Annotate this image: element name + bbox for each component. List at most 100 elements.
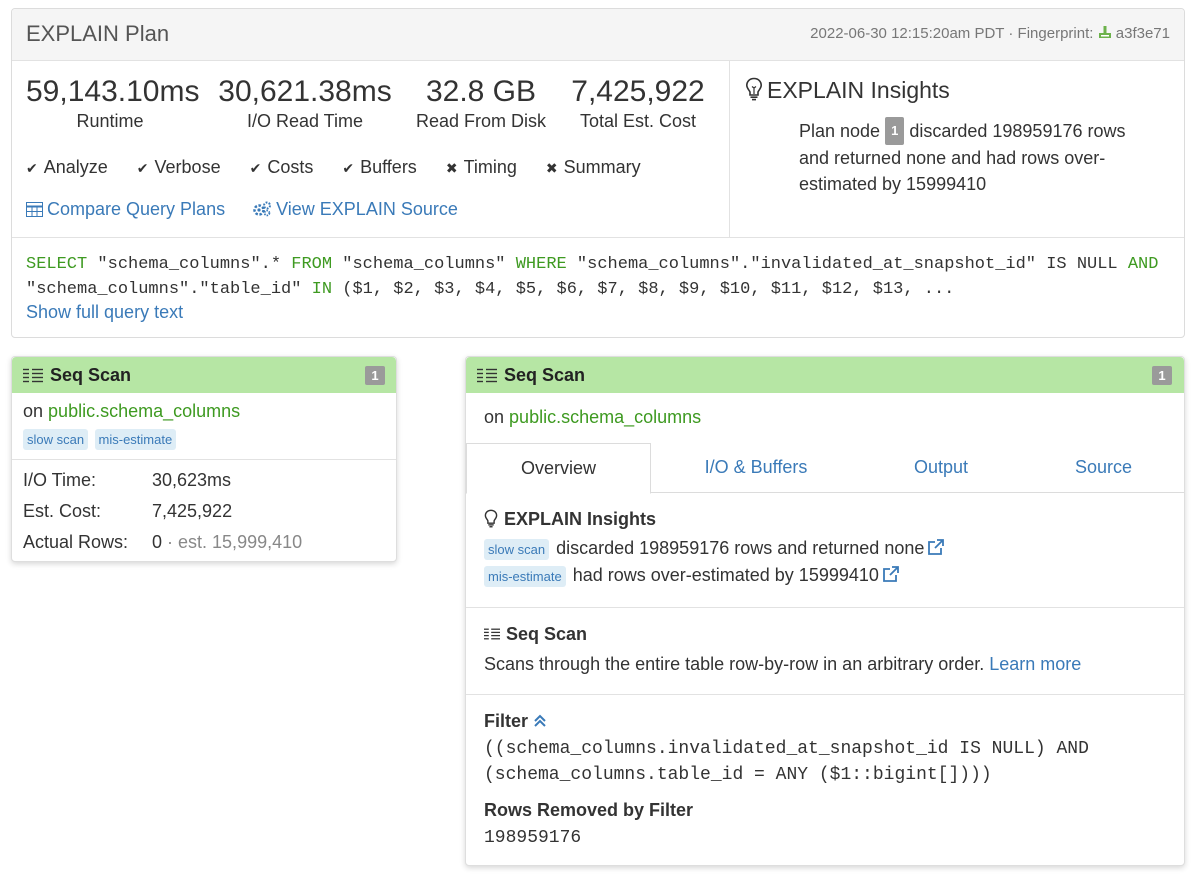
insight-item: mis-estimate had rows over-estimated by … — [484, 565, 900, 587]
detail-header: Seq Scan 1 — [466, 357, 1184, 393]
detail-badge: 1 — [1152, 366, 1172, 385]
tag-mis-estimate: mis-estimate — [94, 429, 177, 450]
stat-label: Runtime — [76, 111, 144, 131]
node-type-heading: Seq Scan — [484, 624, 587, 645]
check-icon: ✔ — [26, 160, 38, 176]
stat-io-read-time: 30,621.38ms I/O Read Time — [216, 75, 394, 132]
insight-item: slow scan discarded 198959176 rows and r… — [484, 538, 945, 560]
fingerprint-label: Fingerprint: — [1017, 25, 1094, 42]
flag-timing: ✖ Timing — [445, 157, 517, 177]
tag-mis-estimate: mis-estimate — [484, 566, 566, 587]
insights-heading: EXPLAIN Insights — [745, 77, 950, 104]
detail-insights-section: EXPLAIN Insights slow scan discarded 198… — [466, 494, 1184, 608]
stats-area: 59,143.10ms Runtime 30,621.38ms I/O Read… — [12, 61, 730, 237]
stat-row-actual-rows: Actual Rows: 0 · est. 15,999,410 — [12, 524, 396, 555]
filter-expression: ((schema_columns.invalidated_at_snapshot… — [484, 739, 1089, 785]
node-type-section: Seq Scan Scans through the entire table … — [466, 608, 1184, 695]
detail-insights-heading: EXPLAIN Insights — [484, 509, 656, 530]
node-detail-panel: Seq Scan 1 on public.schema_columns Over… — [465, 356, 1185, 866]
plan-meta: 2022-06-30 12:15:20am PDT · Fingerprint:… — [810, 25, 1170, 42]
show-full-query-link[interactable]: Show full query text — [26, 302, 183, 323]
insights-title: EXPLAIN Insights — [767, 77, 950, 103]
flag-buffers: ✔ Buffers — [342, 157, 417, 177]
plan-links: Compare Query Plans View EXPLAIN Source — [26, 199, 480, 220]
flag-verbose: ✔ Verbose — [136, 157, 221, 177]
flag-analyze: ✔ Analyze — [26, 157, 108, 177]
tag-slow-scan: slow scan — [484, 539, 550, 560]
tab-overview[interactable]: Overview — [466, 443, 651, 494]
query-text: SELECT "schema_columns".* FROM "schema_c… — [26, 255, 1159, 299]
check-icon: ✔ — [136, 160, 149, 176]
rows-removed-value: 198959176 — [484, 828, 582, 848]
stat-value: 30,621.38ms — [218, 75, 392, 108]
meta-separator: · — [1008, 25, 1018, 42]
stat-value: 59,143.10ms — [26, 75, 200, 108]
external-link-icon[interactable] — [927, 538, 945, 556]
explain-flags: ✔ Analyze ✔ Verbose ✔ Costs ✔ Buffers ✖ Timin… — [26, 157, 641, 178]
detail-title: Seq Scan — [504, 365, 586, 385]
plan-node-card[interactable]: Seq Scan 1 on public.schema_columns slow… — [11, 356, 397, 562]
cross-icon: ✖ — [445, 160, 458, 176]
stat-value: 32.8 GB — [425, 75, 537, 108]
seq-scan-icon — [23, 368, 43, 383]
insights-text: Plan node 1 discarded 198959176 rows and… — [799, 117, 1159, 197]
tab-io-buffers[interactable]: I/O & Buffers — [661, 443, 851, 493]
flag-summary: ✖ Summary — [545, 157, 641, 177]
stat-total-est-cost: 7,425,922 Total Est. Cost — [568, 75, 708, 132]
stat-label: Est. Cost: — [23, 501, 102, 521]
view-explain-source-link[interactable]: View EXPLAIN Source — [252, 199, 458, 219]
stat-label: Actual Rows: — [23, 532, 129, 552]
external-link-icon[interactable] — [882, 565, 900, 583]
node-card-title: Seq Scan — [50, 365, 132, 385]
stat-read-from-disk: 32.8 GB Read From Disk — [412, 75, 550, 132]
tag-slow-scan: slow scan — [23, 429, 89, 450]
check-icon: ✔ — [249, 160, 262, 176]
stat-label: Total Est. Cost — [579, 111, 697, 131]
fingerprint-value[interactable]: a3f3e71 — [1116, 25, 1170, 42]
seq-scan-icon — [484, 628, 500, 640]
plan-node-badge[interactable]: 1 — [885, 117, 905, 145]
detail-tabs: Overview I/O & Buffers Output Source — [466, 443, 1184, 494]
node-card-tags: slow scan mis-estimate — [23, 429, 178, 450]
node-type-description: Scans through the entire table row-by-ro… — [484, 654, 1082, 674]
stat-label: I/O Read Time — [246, 111, 364, 131]
tab-source[interactable]: Source — [1031, 443, 1176, 493]
table-icon — [26, 202, 43, 217]
stat-value: 30,623ms — [152, 470, 232, 490]
lightbulb-icon — [745, 77, 763, 101]
stat-row-est-cost: Est. Cost: 7,425,922 — [12, 493, 396, 524]
check-icon: ✔ — [342, 160, 355, 176]
seq-scan-icon — [477, 368, 497, 383]
stat-value: 0 · est. 15,999,410 — [152, 532, 303, 552]
stat-row-io-time: I/O Time: 30,623ms — [12, 462, 396, 493]
relation-name[interactable]: public.schema_columns — [48, 401, 240, 421]
node-card-header: Seq Scan 1 — [12, 357, 396, 393]
explain-plan-panel: EXPLAIN Plan 2022-06-30 12:15:20am PDT ·… — [11, 8, 1185, 338]
filter-heading: Filter — [484, 711, 547, 732]
node-card-stats: I/O Time: 30,623ms Est. Cost: 7,425,922 … — [12, 459, 396, 555]
page-title: EXPLAIN Plan — [26, 21, 170, 46]
gears-icon — [253, 201, 272, 217]
stat-value: 7,425,922 — [571, 75, 705, 108]
estimate-text: · est. 15,999,410 — [167, 532, 303, 552]
insight-text: discarded 198959176 rows and returned no… — [556, 538, 925, 558]
chevron-double-up-icon[interactable] — [533, 714, 547, 728]
insight-text: had rows over-estimated by 15999410 — [572, 565, 879, 585]
learn-more-link[interactable]: Learn more — [989, 654, 1081, 674]
detail-relation: on public.schema_columns — [484, 407, 702, 427]
stat-label: I/O Time: — [23, 470, 97, 490]
stat-value: 7,425,922 — [152, 501, 233, 521]
compare-query-plans-link[interactable]: Compare Query Plans — [26, 199, 230, 219]
plan-timestamp: 2022-06-30 12:15:20am PDT — [810, 25, 1005, 42]
lightbulb-icon — [484, 509, 498, 528]
relation-name[interactable]: public.schema_columns — [509, 407, 701, 427]
node-card-badge: 1 — [365, 366, 385, 385]
flag-costs: ✔ Costs — [249, 157, 314, 177]
stat-label: Read From Disk — [415, 111, 547, 131]
fingerprint-icon — [1098, 26, 1111, 38]
rows-removed-heading: Rows Removed by Filter — [484, 800, 694, 820]
tab-output[interactable]: Output — [851, 443, 1031, 493]
insights-area: EXPLAIN Insights Plan node 1 discarded 1… — [731, 61, 1185, 237]
node-card-relation: on public.schema_columns — [23, 401, 241, 421]
stat-runtime: 59,143.10ms Runtime — [26, 75, 200, 132]
